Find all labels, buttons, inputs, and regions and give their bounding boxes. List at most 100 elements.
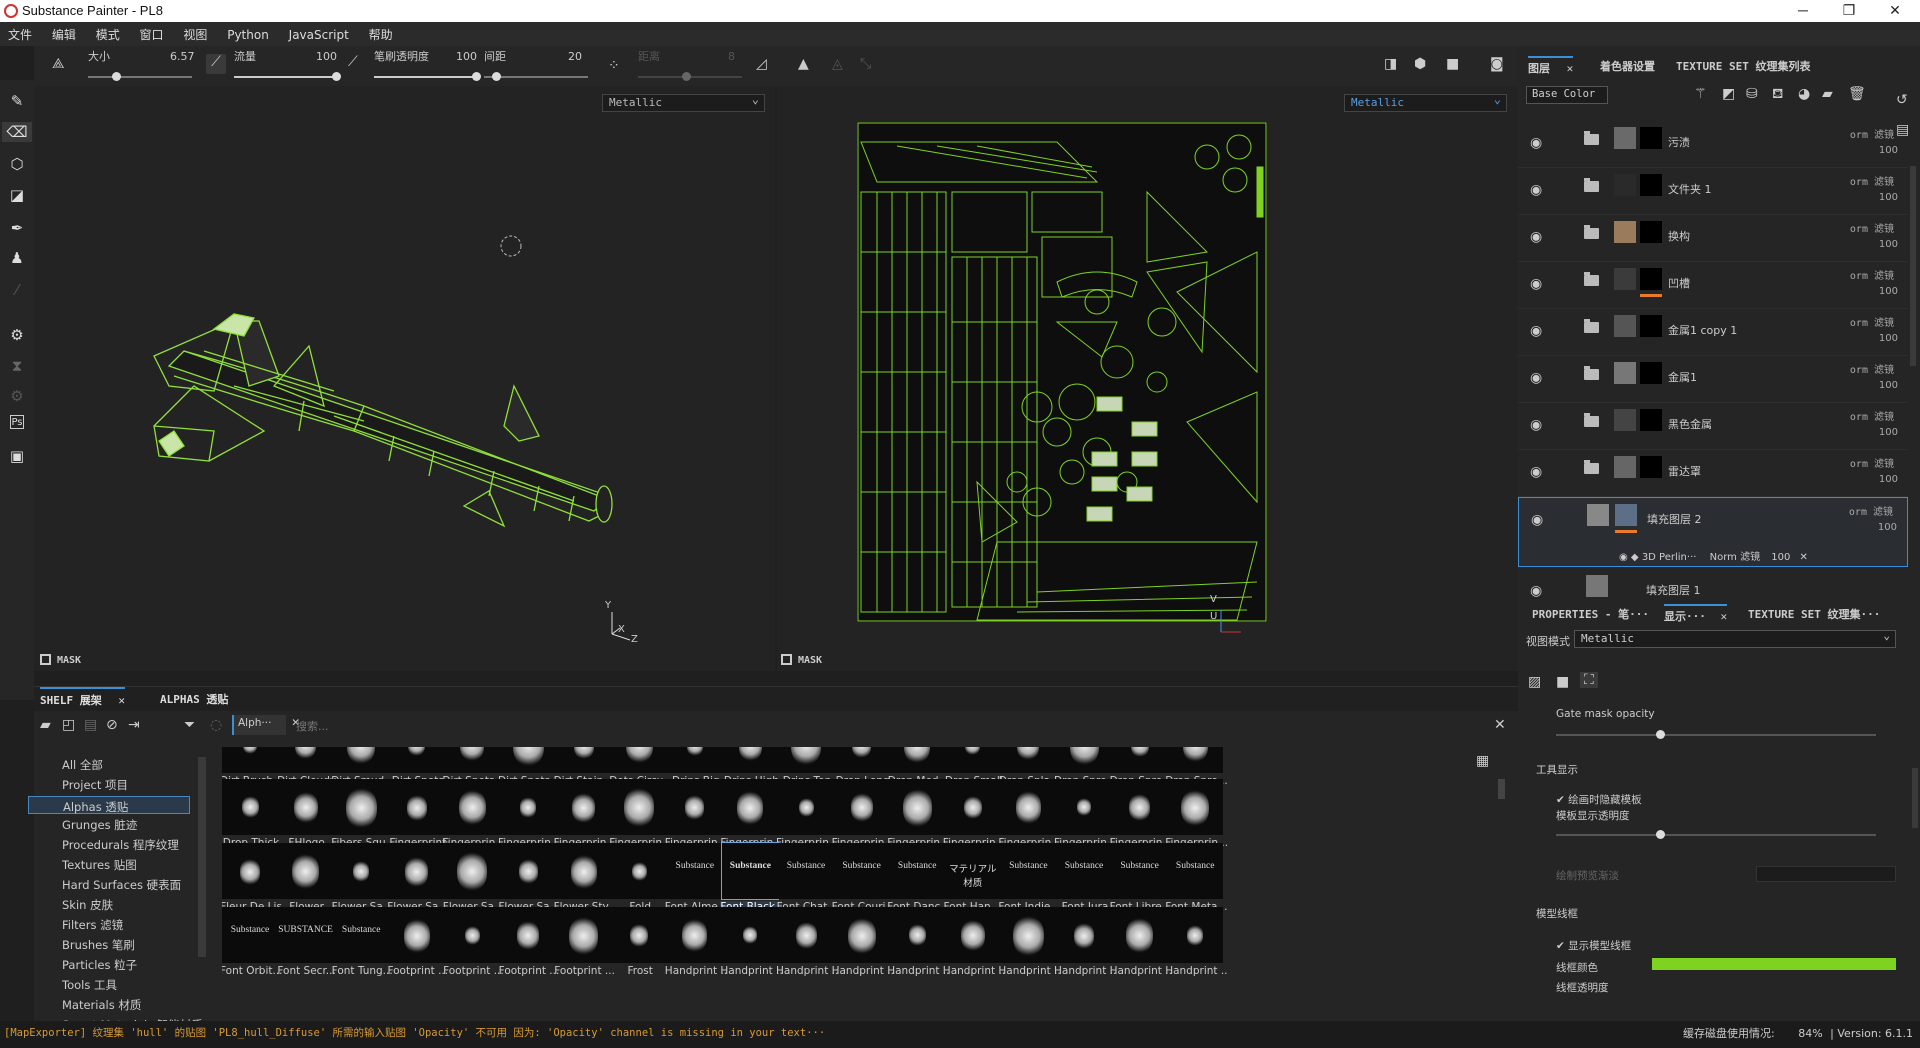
layer-opacity[interactable]: 100 <box>1879 239 1898 250</box>
category-item[interactable]: Particles 粒子 <box>62 957 137 973</box>
mask-thumbnail[interactable] <box>1640 409 1662 431</box>
menu-window[interactable]: 窗口 <box>132 22 172 47</box>
category-item[interactable]: Brushes 笔刷 <box>62 937 135 953</box>
grid-view-icon[interactable]: ▦ <box>1476 753 1489 769</box>
tab-layers[interactable]: 图层 ✕ <box>1528 56 1574 76</box>
props-scrollbar[interactable] <box>1912 768 1918 828</box>
size-slider[interactable] <box>88 72 192 81</box>
layer-row[interactable]: ◉ 填充图层 1 <box>1518 569 1908 599</box>
paint-brush-icon[interactable]: ✎ <box>7 91 27 111</box>
category-item[interactable]: Grunges 脏迹 <box>62 817 137 833</box>
mask-toggle-3d[interactable]: MASK <box>40 654 81 666</box>
maximize-button[interactable]: ❐ <box>1826 0 1872 22</box>
screenshot-icon[interactable]: ◙ <box>1490 56 1504 72</box>
menu-mode[interactable]: 模式 <box>88 22 128 47</box>
add-effect-icon[interactable]: ⛁ <box>1746 86 1758 102</box>
symmetry-icon[interactable]: ⟁ <box>52 56 65 72</box>
angle-icon[interactable]: ◿ <box>756 56 767 72</box>
effect-close-icon[interactable]: ✕ <box>1800 552 1808 563</box>
image-icon[interactable]: ▨ <box>1528 674 1541 690</box>
alpha-tile[interactable]: Handprint ... <box>832 907 894 985</box>
add-layer-icon[interactable]: ◕ <box>1798 86 1810 102</box>
layer-opacity[interactable]: 100 <box>1879 333 1898 344</box>
hide-icon[interactable]: ⊘ <box>106 717 118 733</box>
channel-select[interactable]: Base Color <box>1526 86 1608 104</box>
layer-opacity[interactable]: 100 <box>1878 522 1897 533</box>
category-item[interactable]: Procedurals 程序纹理 <box>62 837 179 853</box>
import-icon[interactable]: ⇥ <box>128 717 140 733</box>
opacity-value[interactable]: 100 <box>456 50 477 63</box>
category-item[interactable]: All 全部 <box>62 757 103 773</box>
filter-icon[interactable]: ⏷ <box>184 717 195 733</box>
layer-row[interactable]: ◉ 填充图层 2 orm 滤镜 100 ◉ ◆ 3D Perlin··· Norm 滤镜… <box>1518 497 1908 567</box>
hourglass-icon[interactable]: ⧗ <box>7 356 27 376</box>
close-icon[interactable]: ✕ <box>118 694 125 707</box>
mask-thumbnail[interactable] <box>1640 362 1662 384</box>
layer-name[interactable]: 污渍 <box>1668 134 1690 150</box>
refresh-icon[interactable]: ◌ <box>210 717 222 733</box>
alpha-tile[interactable]: Handprint ... <box>1110 907 1172 985</box>
mask-thumbnail[interactable] <box>1640 315 1662 337</box>
filter-chip[interactable]: Alph··· ✕ <box>232 715 300 735</box>
template-opacity-slider[interactable] <box>1556 830 1876 839</box>
category-scrollbar[interactable] <box>198 757 206 957</box>
show-wireframe-checkbox[interactable]: ✔ 显示模型线框 <box>1556 938 1631 953</box>
effect-blend[interactable]: Norm 滤镜 <box>1710 552 1760 563</box>
opacity-slider[interactable] <box>374 72 481 81</box>
close-icon[interactable]: ✕ <box>1721 610 1728 623</box>
minimize-button[interactable]: ─ <box>1780 0 1826 22</box>
effect-opacity[interactable]: 100 <box>1771 552 1790 563</box>
visibility-eye-icon[interactable]: ◉ <box>1530 583 1542 599</box>
layer-name[interactable]: 文件夹 1 <box>1668 181 1712 197</box>
gate-mask-opacity-slider[interactable] <box>1556 730 1876 739</box>
layer-name[interactable]: 金属1 <box>1668 369 1697 385</box>
tab-shader[interactable]: 着色器设置 <box>1600 58 1655 74</box>
tab-shelf[interactable]: SHELF 展架 ✕ <box>40 687 125 708</box>
menu-help[interactable]: 帮助 <box>361 22 401 47</box>
visibility-eye-icon[interactable]: ◉ <box>1530 417 1542 433</box>
tab-alphas[interactable]: ALPHAS 透贴 <box>160 691 228 707</box>
size-value[interactable]: 6.57 <box>170 50 195 63</box>
pressure-icon[interactable]: ⟋ <box>206 54 226 74</box>
layer-row[interactable]: ◉ 换构 orm 滤镜 100 <box>1518 215 1908 262</box>
visibility-eye-icon[interactable]: ◉ <box>1530 229 1542 245</box>
spacing-slider[interactable] <box>484 72 588 81</box>
visibility-eye-icon[interactable]: ◉ <box>1530 370 1542 386</box>
layer-row[interactable]: ◉ 金属1 copy 1 orm 滤镜 100 <box>1518 309 1908 356</box>
alpha-tile[interactable]: Handprint ... <box>998 907 1060 985</box>
category-item[interactable]: Hard Surfaces 硬表面 <box>62 877 181 893</box>
clone-icon[interactable]: ♟ <box>7 248 27 268</box>
layer-opacity[interactable]: 100 <box>1879 474 1898 485</box>
picker-icon[interactable]: ⁄ <box>7 280 27 300</box>
flow-slider[interactable] <box>234 72 341 81</box>
alpha-tile[interactable]: Handprint ... <box>665 907 727 985</box>
close-button[interactable]: ✕ <box>1872 0 1918 22</box>
menu-file[interactable]: 文件 <box>0 22 40 47</box>
layer-blend-mode[interactable]: orm 滤镜 <box>1850 314 1894 329</box>
category-item[interactable]: Project 项目 <box>62 777 128 793</box>
tab-texture-set-props[interactable]: TEXTURE SET 纹理集··· <box>1748 606 1880 622</box>
visibility-eye-icon[interactable]: ◉ <box>1530 323 1542 339</box>
mask-thumbnail[interactable] <box>1640 127 1662 149</box>
layer-name[interactable]: 填充图层 1 <box>1646 582 1701 598</box>
hide-template-checkbox[interactable]: ✔ 绘画时隐藏模板 <box>1556 792 1642 807</box>
close-icon[interactable]: ✕ <box>1567 62 1574 75</box>
menu-view[interactable]: 视图 <box>175 22 215 47</box>
menu-edit[interactable]: 编辑 <box>44 22 84 47</box>
layer-name[interactable]: 填充图层 2 <box>1647 511 1702 527</box>
category-item[interactable]: Skin 皮肤 <box>62 897 113 913</box>
layer-opacity[interactable]: 100 <box>1879 380 1898 391</box>
new-folder-icon[interactable]: ◰ <box>62 717 75 733</box>
layer-row[interactable]: ◉ 金属1 orm 滤镜 100 <box>1518 356 1908 403</box>
layer-row[interactable]: ◉ 凹槽 orm 滤镜 100 <box>1518 262 1908 309</box>
alpha-tile[interactable]: Handprint ... <box>943 907 1005 985</box>
alpha-tile[interactable]: Footprint ... <box>554 907 615 985</box>
mask-thumbnail[interactable] <box>1640 268 1662 290</box>
folder-icon[interactable]: ▰ <box>40 717 51 733</box>
layer-name[interactable]: 雷达罩 <box>1668 463 1701 479</box>
menu-javascript[interactable]: JavaScript <box>281 24 357 46</box>
grid-scrollbar[interactable] <box>1498 779 1505 799</box>
camera-view-icon[interactable]: ■ <box>1556 674 1569 690</box>
layer-row[interactable]: ◉ 污渍 orm 滤镜 100 <box>1518 121 1908 168</box>
visibility-eye-icon[interactable]: ◉ <box>1530 276 1542 292</box>
